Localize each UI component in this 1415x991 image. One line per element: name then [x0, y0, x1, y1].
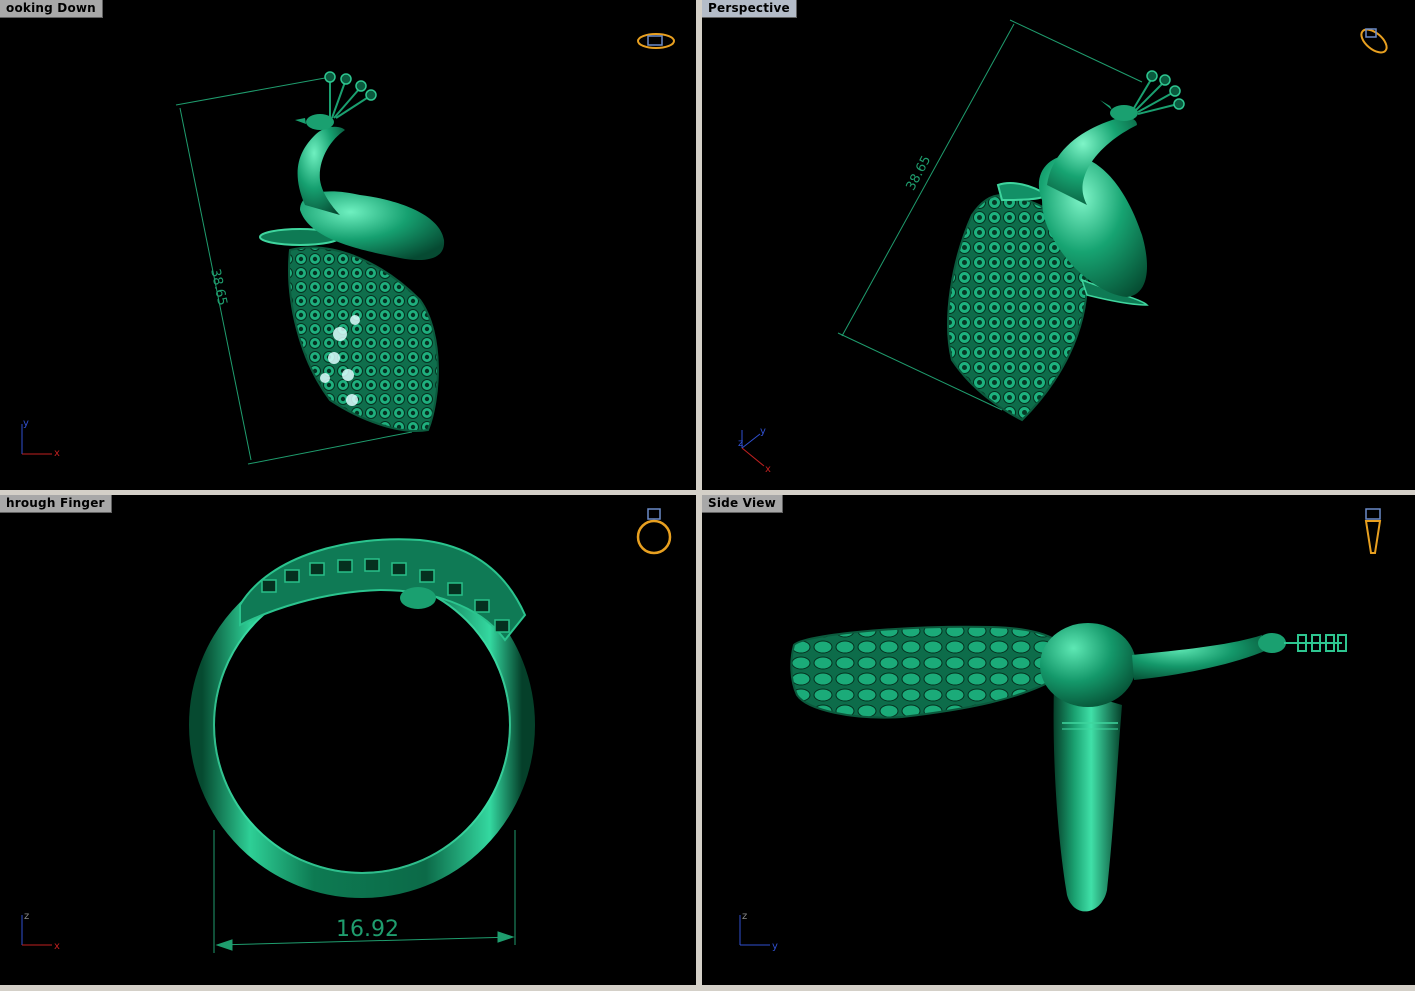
viewport-title[interactable]: hrough Finger	[0, 495, 112, 513]
svg-text:y: y	[23, 418, 29, 429]
dimension-label: 38.65	[904, 153, 935, 193]
svg-text:y: y	[772, 941, 778, 952]
viewport-side-view[interactable]: Side View z y	[702, 495, 1415, 985]
ring-view-icon[interactable]	[1354, 24, 1394, 58]
axis-indicator: z y	[739, 911, 778, 952]
ring-model-side-view	[790, 623, 1347, 912]
svg-text:y: y	[760, 426, 766, 437]
axis-indicator: z y x	[738, 426, 771, 475]
dimension-label: 38.65	[207, 268, 229, 308]
viewport-title[interactable]: ooking Down	[0, 0, 103, 18]
ring-model-through-finger	[189, 538, 535, 953]
viewport-title[interactable]: Perspective	[702, 0, 797, 18]
viewport-title[interactable]: Side View	[702, 495, 783, 513]
svg-text:x: x	[765, 464, 771, 475]
svg-text:z: z	[24, 911, 29, 922]
axis-indicator: y x	[21, 418, 60, 459]
viewport-through-finger[interactable]: hrough Finger 16.92 z x	[0, 495, 696, 985]
svg-text:z: z	[742, 911, 747, 922]
svg-text:z: z	[738, 438, 743, 449]
dimension-label: 16.92	[336, 917, 399, 942]
viewport-perspective[interactable]: Perspective 38.65 z y x	[702, 0, 1415, 490]
ring-model-perspective	[837, 19, 1185, 422]
svg-text:x: x	[54, 448, 60, 459]
viewport-looking-down[interactable]: ooking Down 38.65 y x	[0, 0, 696, 490]
ring-view-icon[interactable]	[634, 505, 674, 557]
svg-text:x: x	[54, 941, 60, 952]
ring-view-icon[interactable]	[1358, 503, 1388, 559]
ring-view-icon[interactable]	[636, 31, 676, 51]
svg-text:38.65: 38.65	[904, 153, 935, 193]
svg-text:38.65: 38.65	[207, 268, 229, 308]
ring-model-looking-down	[175, 71, 445, 465]
axis-indicator: z x	[21, 911, 60, 952]
